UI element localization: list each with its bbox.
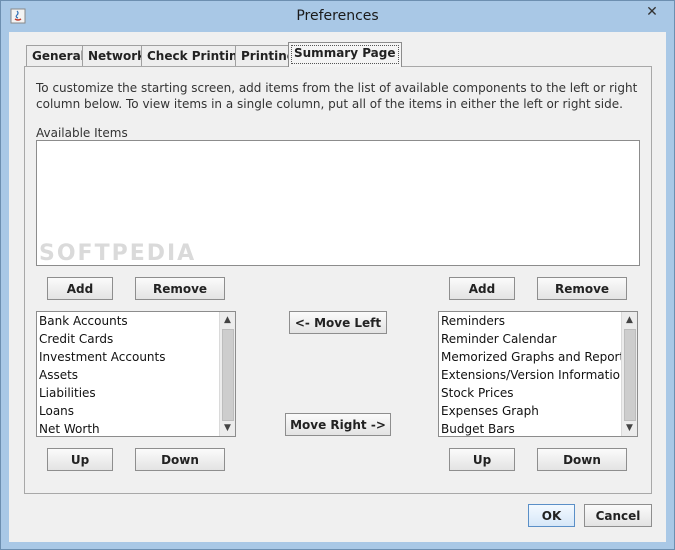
move-left-button[interactable]: <- Move Left bbox=[289, 311, 387, 334]
scroll-thumb[interactable] bbox=[624, 329, 636, 421]
preferences-window: Preferences ✕ General Network Check Prin… bbox=[0, 0, 675, 550]
window-title: Preferences bbox=[296, 8, 379, 24]
tab-summary-page[interactable]: Summary Page bbox=[288, 42, 402, 67]
scroll-down-icon[interactable]: ▼ bbox=[622, 420, 637, 436]
list-item[interactable]: Reminder Calendar bbox=[439, 330, 621, 348]
dialog-body: General Network Check Printing Printing … bbox=[9, 32, 666, 542]
left-column-list[interactable]: Bank Accounts Credit Cards Investment Acco… bbox=[36, 311, 236, 437]
list-item[interactable]: Loans bbox=[37, 402, 219, 420]
right-remove-button[interactable]: Remove bbox=[537, 277, 627, 300]
list-item[interactable]: Extensions/Version Information bbox=[439, 366, 621, 384]
ok-button[interactable]: OK bbox=[528, 504, 575, 527]
scroll-up-icon[interactable]: ▲ bbox=[622, 312, 637, 328]
cancel-button[interactable]: Cancel bbox=[584, 504, 652, 527]
left-down-button[interactable]: Down bbox=[135, 448, 225, 471]
available-items-label: Available Items bbox=[36, 126, 128, 140]
scroll-thumb[interactable] bbox=[222, 329, 234, 421]
list-item[interactable]: Credit Cards bbox=[37, 330, 219, 348]
right-list-scrollbar[interactable]: ▲ ▼ bbox=[621, 312, 637, 436]
list-item[interactable]: Budget Bars bbox=[439, 420, 621, 436]
list-item[interactable]: Memorized Graphs and Reports bbox=[439, 348, 621, 366]
left-list-scrollbar[interactable]: ▲ ▼ bbox=[219, 312, 235, 436]
right-column-list[interactable]: Reminders Reminder Calendar Memorized Grap… bbox=[438, 311, 638, 437]
list-item[interactable]: Liabilities bbox=[37, 384, 219, 402]
list-item[interactable]: Net Worth bbox=[37, 420, 219, 436]
summary-page-panel: To customize the starting screen, add it… bbox=[24, 66, 652, 494]
right-add-button[interactable]: Add bbox=[449, 277, 515, 300]
softpedia-watermark: SOFTPEDIA bbox=[39, 241, 197, 266]
title-bar[interactable]: Preferences ✕ bbox=[1, 1, 674, 32]
close-icon[interactable]: ✕ bbox=[636, 2, 668, 22]
list-item[interactable]: Stock Prices bbox=[439, 384, 621, 402]
right-down-button[interactable]: Down bbox=[537, 448, 627, 471]
left-add-button[interactable]: Add bbox=[47, 277, 113, 300]
left-up-button[interactable]: Up bbox=[47, 448, 113, 471]
list-item[interactable]: Assets bbox=[37, 366, 219, 384]
list-item[interactable]: Bank Accounts bbox=[37, 312, 219, 330]
instructions-text: To customize the starting screen, add it… bbox=[36, 81, 638, 111]
right-up-button[interactable]: Up bbox=[449, 448, 515, 471]
scroll-up-icon[interactable]: ▲ bbox=[220, 312, 235, 328]
left-remove-button[interactable]: Remove bbox=[135, 277, 225, 300]
list-item[interactable]: Expenses Graph bbox=[439, 402, 621, 420]
scroll-down-icon[interactable]: ▼ bbox=[220, 420, 235, 436]
list-item[interactable]: Reminders bbox=[439, 312, 621, 330]
move-right-button[interactable]: Move Right -> bbox=[285, 413, 391, 436]
list-item[interactable]: Investment Accounts bbox=[37, 348, 219, 366]
